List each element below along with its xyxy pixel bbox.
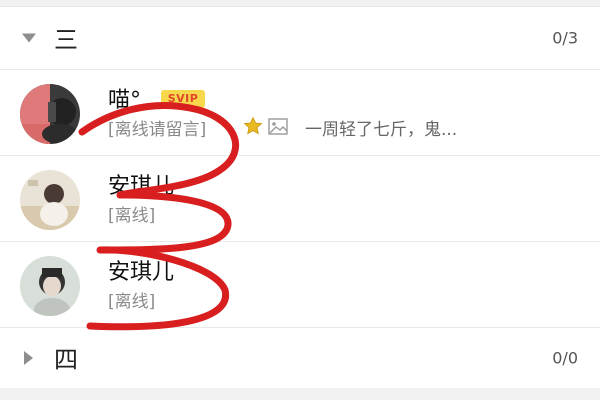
contact-row[interactable]: 喵° SVIP [离线请留言] 一周轻了七斤，鬼... — [0, 70, 600, 156]
avatar[interactable] — [20, 170, 80, 230]
bottom-divider — [0, 388, 600, 400]
group-name: 四 — [54, 345, 78, 374]
group-online-count: 0/3 — [552, 28, 578, 47]
group-online-count: 0/0 — [552, 348, 578, 368]
image-icon — [268, 118, 288, 140]
avatar[interactable] — [20, 256, 80, 316]
avatar[interactable] — [20, 84, 80, 144]
group-name: 三 — [54, 25, 78, 54]
contact-name: 安琪儿 — [108, 174, 175, 199]
last-message-preview: 一周轻了七斤，鬼... — [305, 120, 458, 140]
svip-badge: SVIP — [161, 90, 205, 108]
contact-name: 喵° — [108, 88, 142, 113]
star-icon — [243, 116, 263, 140]
contact-row[interactable]: 安琪儿 [离线] — [0, 242, 600, 328]
contact-status: [离线请留言] — [108, 120, 207, 140]
triangle-down-icon[interactable] — [22, 33, 36, 42]
contact-row[interactable]: 安琪儿 [离线] — [0, 156, 600, 242]
contact-name: 安琪儿 — [108, 260, 175, 285]
contact-status: [离线] — [108, 292, 156, 312]
group-header-si[interactable]: 四 0/0 — [0, 328, 600, 388]
triangle-right-icon[interactable] — [24, 351, 33, 365]
contact-status: [离线] — [108, 206, 156, 226]
group-header-san[interactable]: 三 0/3 — [0, 6, 600, 70]
